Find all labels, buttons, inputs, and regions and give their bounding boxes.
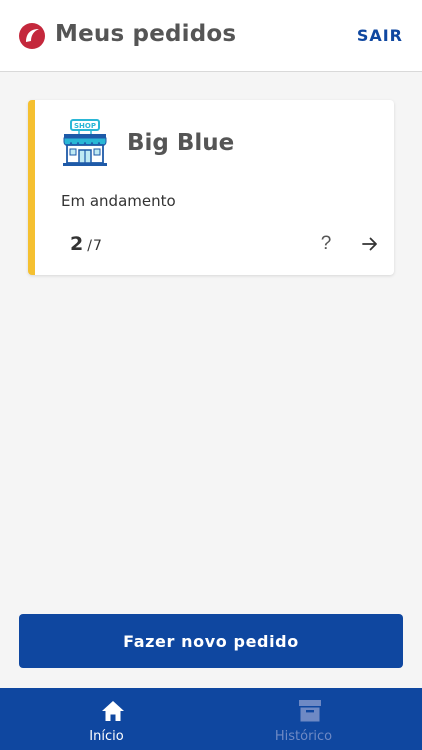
tab-history-label: Histórico bbox=[274, 729, 333, 744]
help-button[interactable]: ? bbox=[314, 230, 338, 258]
archive-icon bbox=[299, 700, 321, 722]
shop-icon: SHOP bbox=[63, 119, 107, 166]
tab-history[interactable]: Histórico bbox=[211, 688, 422, 750]
bottom-tab-bar: Início Histórico bbox=[0, 688, 422, 750]
tab-home-label: Início bbox=[89, 729, 124, 744]
brand-logo-icon bbox=[19, 23, 45, 49]
page-title: Meus pedidos bbox=[55, 21, 237, 47]
progress-total: 7 bbox=[92, 238, 102, 254]
store-name: Big Blue bbox=[127, 130, 235, 156]
order-progress: 2/7 bbox=[70, 233, 102, 255]
shop-sign-text: SHOP bbox=[74, 122, 96, 130]
arrow-right-icon bbox=[362, 237, 377, 251]
tab-home[interactable]: Início bbox=[0, 688, 211, 750]
order-status: Em andamento bbox=[61, 192, 176, 210]
progress-separator: / bbox=[87, 238, 92, 254]
open-order-button[interactable] bbox=[357, 231, 383, 257]
order-card[interactable]: SHOP Big Blue Em andamento 2/7 ? bbox=[28, 100, 394, 275]
logout-button[interactable]: SAIR bbox=[357, 26, 403, 45]
new-order-button[interactable]: Fazer novo pedido bbox=[19, 614, 403, 668]
progress-current: 2 bbox=[70, 233, 84, 255]
app-header: Meus pedidos SAIR bbox=[0, 0, 422, 72]
home-icon bbox=[102, 701, 124, 721]
